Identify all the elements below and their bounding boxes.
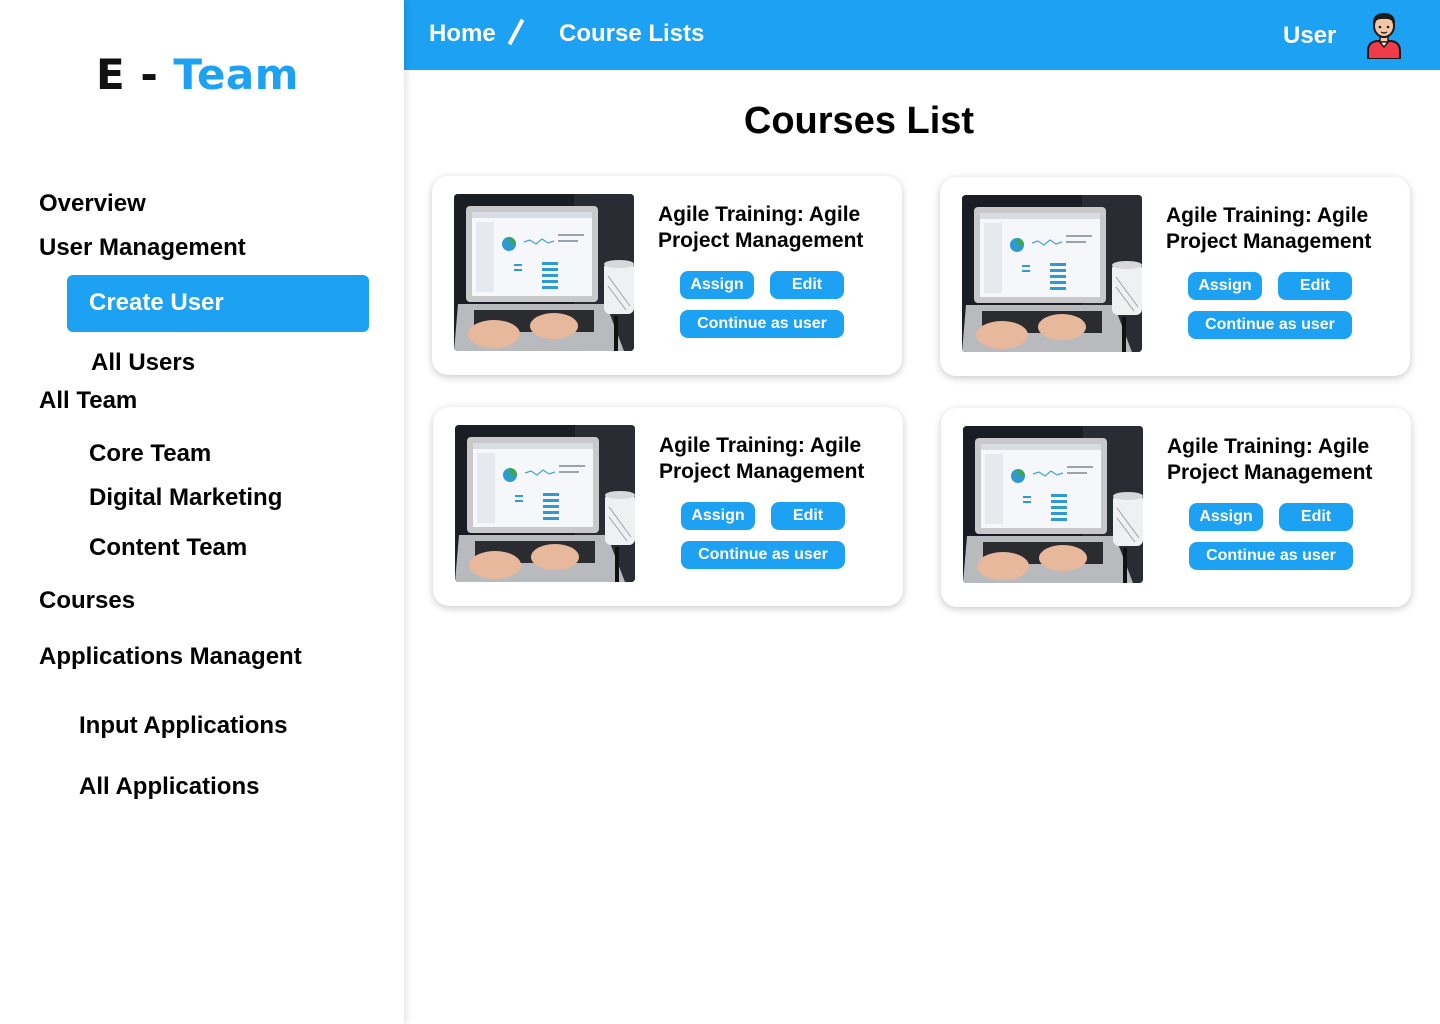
sidebar-item-input-applications[interactable]: Input Applications (79, 712, 287, 740)
edit-button[interactable]: Edit (1278, 272, 1352, 300)
assign-button[interactable]: Assign (681, 502, 755, 530)
user-avatar-icon[interactable] (1366, 11, 1402, 59)
sidebar-item-courses[interactable]: Courses (39, 587, 135, 615)
breadcrumb-current[interactable]: Course Lists (559, 20, 704, 48)
breadcrumb-home[interactable]: Home (429, 20, 496, 48)
sidebar-item-digital-marketing[interactable]: Digital Marketing (89, 484, 282, 512)
assign-button[interactable]: Assign (680, 271, 754, 299)
app-logo[interactable]: E - Team (96, 50, 299, 99)
sidebar-item-all-applications[interactable]: All Applications (79, 773, 259, 801)
course-title: Agile Training: Agile Project Management (658, 203, 864, 252)
course-card: Agile Training: Agile Project Management… (941, 408, 1411, 607)
continue-as-user-button[interactable]: Continue as user (680, 310, 844, 338)
assign-button[interactable]: Assign (1188, 272, 1262, 300)
course-thumbnail (963, 426, 1143, 583)
sidebar-item-all-team[interactable]: All Team (39, 387, 137, 415)
edit-button[interactable]: Edit (770, 271, 844, 299)
course-thumbnail (962, 195, 1142, 352)
sidebar-item-content-team[interactable]: Content Team (89, 534, 247, 562)
logo-part-1: E - (96, 50, 174, 99)
sidebar-item-create-user[interactable]: Create User (67, 275, 369, 332)
course-card: Agile Training: Agile Project Management… (433, 407, 903, 606)
sidebar-item-overview[interactable]: Overview (39, 190, 146, 218)
assign-button[interactable]: Assign (1189, 503, 1263, 531)
edit-button[interactable]: Edit (1279, 503, 1353, 531)
course-card: Agile Training: Agile Project Management… (940, 177, 1410, 376)
sidebar-item-core-team[interactable]: Core Team (89, 440, 211, 468)
sidebar-item-all-users[interactable]: All Users (91, 349, 195, 377)
course-card: Agile Training: Agile Project Management… (432, 176, 902, 375)
course-thumbnail (455, 425, 635, 582)
user-menu-label[interactable]: User (1283, 22, 1336, 50)
sidebar-item-applications-management[interactable]: Applications Managent (39, 643, 302, 671)
sidebar-item-create-user-label: Create User (89, 289, 224, 316)
sidebar-item-user-management[interactable]: User Management (39, 234, 246, 262)
logo-part-2: Team (173, 50, 300, 99)
continue-as-user-button[interactable]: Continue as user (1188, 311, 1352, 339)
course-title: Agile Training: Agile Project Management (1166, 204, 1372, 253)
continue-as-user-button[interactable]: Continue as user (681, 541, 845, 569)
top-header: Home Course Lists User (404, 0, 1440, 70)
sidebar: E - Team Overview User Management Create… (0, 0, 404, 1024)
continue-as-user-button[interactable]: Continue as user (1189, 542, 1353, 570)
course-title: Agile Training: Agile Project Management (1167, 435, 1373, 484)
edit-button[interactable]: Edit (771, 502, 845, 530)
course-title: Agile Training: Agile Project Management (659, 434, 865, 483)
page-title: Courses List (743, 100, 975, 142)
breadcrumb-separator (507, 18, 525, 46)
course-thumbnail (454, 194, 634, 351)
